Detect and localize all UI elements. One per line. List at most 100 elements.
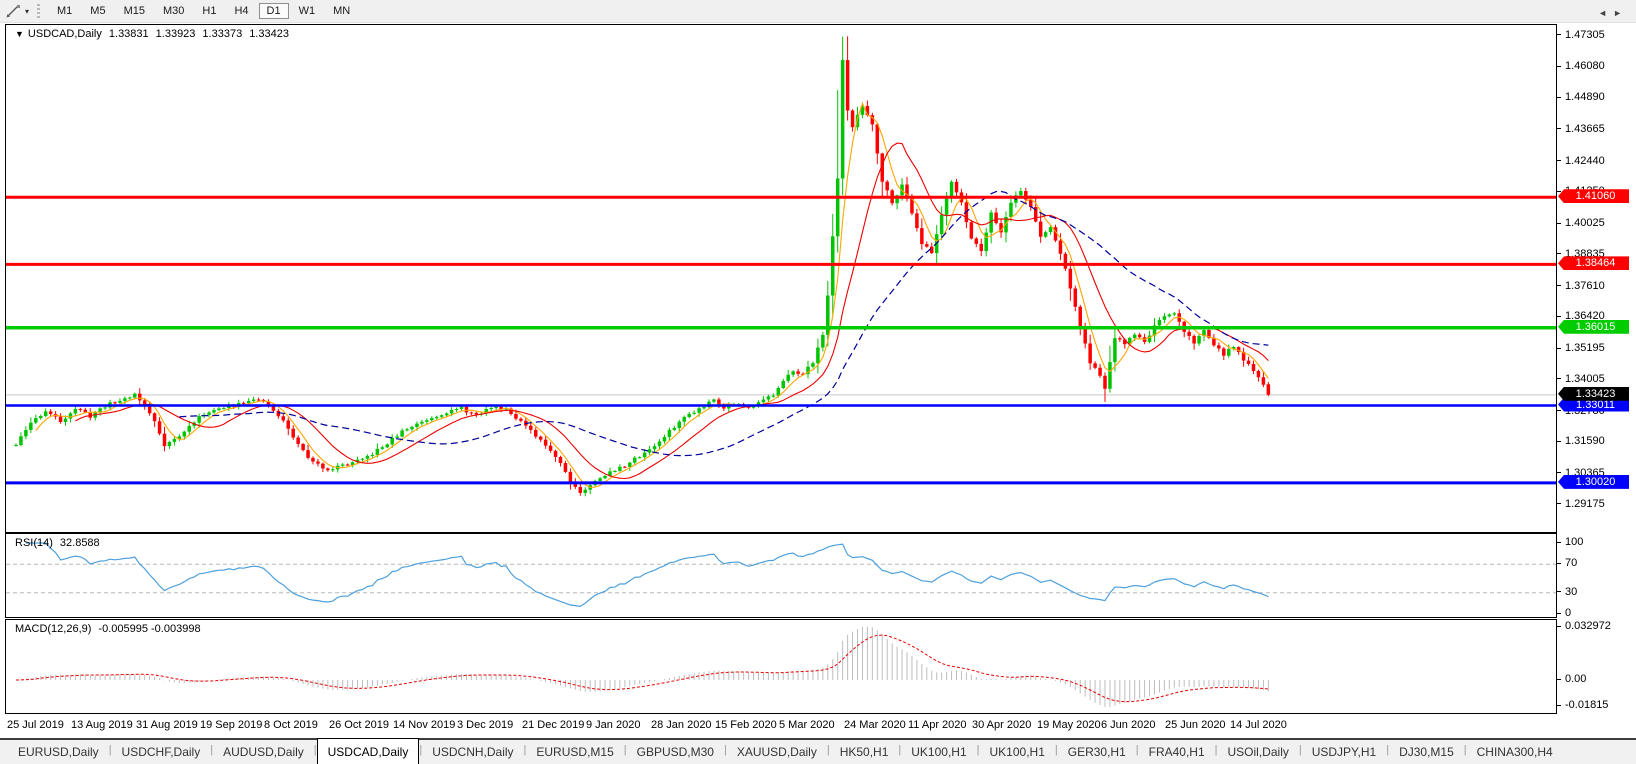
chart-symbol-period: USDCAD,Daily xyxy=(28,28,102,40)
hline-price-label: 1.41060 xyxy=(1558,189,1629,203)
macd-indicator-panel[interactable]: MACD(12,26,9)-0.005995 -0.003998 xyxy=(5,619,1557,714)
tab-scroll-right-icon[interactable]: ► xyxy=(1613,8,1628,18)
drawing-tool-button[interactable]: ▾ xyxy=(2,2,31,20)
hline-price-label: 1.38464 xyxy=(1558,256,1629,270)
chart-tab-usdcad-daily[interactable]: USDCAD,Daily xyxy=(317,738,420,764)
timeframe-h1[interactable]: H1 xyxy=(194,3,224,19)
price-axis-tick xyxy=(1557,223,1561,224)
timeframe-mn[interactable]: MN xyxy=(325,3,358,19)
price-axis-label: 1.34005 xyxy=(1565,373,1605,385)
collapse-arrow-icon[interactable]: ▼ xyxy=(15,29,24,39)
toolbar-grip[interactable] xyxy=(37,4,40,18)
date-axis: 25 Jul 201913 Aug 201931 Aug 201919 Sep … xyxy=(0,714,1557,738)
timeframe-m5[interactable]: M5 xyxy=(82,3,113,19)
price-chart-panel[interactable]: ▼USDCAD,Daily1.338311.339231.333731.3342… xyxy=(5,24,1557,533)
chart-tab-audusd-daily[interactable]: AUDUSD,Daily xyxy=(213,740,314,764)
chart-tab-uk100-h1[interactable]: UK100,H1 xyxy=(901,740,976,764)
price-axis-tick xyxy=(1557,472,1561,473)
ohlc-low: 1.33373 xyxy=(202,28,242,40)
chart-tab-usoil-daily[interactable]: USOil,Daily xyxy=(1218,740,1299,764)
timeframe-d1[interactable]: D1 xyxy=(259,3,289,19)
price-axis-label: 1.44890 xyxy=(1565,91,1605,103)
macd-axis-tick xyxy=(1557,679,1561,680)
rsi-label: RSI(14) 32.8588 xyxy=(15,537,107,549)
rsi-axis-label: 0 xyxy=(1565,607,1571,619)
date-axis-label: 24 Mar 2020 xyxy=(844,719,906,731)
timeframe-m30[interactable]: M30 xyxy=(155,3,192,19)
tab-scroll-arrows: ◄► xyxy=(1598,8,1628,18)
chart-tab-hk50-h1[interactable]: HK50,H1 xyxy=(830,740,899,764)
date-axis-label: 19 Sep 2019 xyxy=(200,719,262,731)
date-axis-label: 25 Jun 2020 xyxy=(1165,719,1226,731)
rsi-indicator-panel[interactable]: RSI(14) 32.8588 xyxy=(5,533,1557,618)
macd-name: MACD(12,26,9) xyxy=(15,623,91,635)
ohlc-close: 1.33423 xyxy=(249,28,289,40)
date-axis-label: 5 Mar 2020 xyxy=(779,719,835,731)
hline-price-label: 1.30020 xyxy=(1558,475,1629,489)
timeframe-button-group: M1M5M15M30H1H4D1W1MN xyxy=(48,3,359,19)
date-axis-label: 25 Jul 2019 xyxy=(7,719,64,731)
macd-axis-label: -0.01815 xyxy=(1565,699,1608,711)
macd-axis-label: 0.032972 xyxy=(1565,620,1611,632)
date-axis-label: 30 Apr 2020 xyxy=(972,719,1031,731)
price-axis-label: 1.42440 xyxy=(1565,155,1605,167)
price-axis-tick xyxy=(1557,97,1561,98)
price-axis-tick xyxy=(1557,160,1561,161)
rsi-axis-label: 30 xyxy=(1565,586,1577,598)
macd-canvas xyxy=(6,620,1556,713)
price-axis-tick xyxy=(1557,316,1561,317)
chart-tab-usdcnh-daily[interactable]: USDCNH,Daily xyxy=(422,740,523,764)
chart-tab-eurusd-daily[interactable]: EURUSD,Daily xyxy=(8,740,109,764)
price-axis-label: 1.29175 xyxy=(1565,498,1605,510)
rsi-axis-tick xyxy=(1557,542,1561,543)
timeframe-h4[interactable]: H4 xyxy=(226,3,256,19)
price-axis-tick xyxy=(1557,253,1561,254)
chart-title: ▼USDCAD,Daily1.338311.339231.333731.3342… xyxy=(15,28,296,40)
price-axis-label: 1.40025 xyxy=(1565,217,1605,229)
date-axis-label: 3 Dec 2019 xyxy=(457,719,513,731)
chart-tab-china300-h4[interactable]: CHINA300,H4 xyxy=(1467,740,1563,764)
drawing-tool-icon xyxy=(4,3,22,19)
price-axis-tick xyxy=(1557,285,1561,286)
chart-tab-dj30-m15[interactable]: DJ30,M15 xyxy=(1389,740,1464,764)
rsi-axis-label: 70 xyxy=(1565,557,1577,569)
price-axis-label: 1.31590 xyxy=(1565,435,1605,447)
chart-tab-eurusd-m15[interactable]: EURUSD,M15 xyxy=(526,740,623,764)
price-axis-label: 1.43665 xyxy=(1565,123,1605,135)
rsi-axis-tick xyxy=(1557,613,1561,614)
macd-axis-tick xyxy=(1557,705,1561,706)
macd-axis-label: 0.00 xyxy=(1565,673,1586,685)
price-axis-column: 1.473051.460801.448901.436651.424401.412… xyxy=(1557,0,1636,764)
date-axis-label: 6 Jun 2020 xyxy=(1101,719,1155,731)
price-axis-label: 1.35195 xyxy=(1565,342,1605,354)
bid-price-label: 1.33423 xyxy=(1558,387,1629,401)
rsi-value: 32.8588 xyxy=(60,537,100,549)
chart-tab-ger30-h1[interactable]: GER30,H1 xyxy=(1058,740,1136,764)
date-axis-label: 15 Feb 2020 xyxy=(715,719,777,731)
rsi-axis-label: 100 xyxy=(1565,536,1583,548)
date-axis-label: 14 Nov 2019 xyxy=(393,719,455,731)
chart-tab-usdjpy-h1[interactable]: USDJPY,H1 xyxy=(1302,740,1386,764)
rsi-name: RSI(14) xyxy=(15,537,53,549)
ohlc-high: 1.33923 xyxy=(156,28,196,40)
date-axis-label: 9 Jan 2020 xyxy=(586,719,640,731)
tab-scroll-left-icon[interactable]: ◄ xyxy=(1598,8,1613,18)
chart-tab-bar: EURUSD,Daily|USDCHF,Daily|AUDUSD,Daily|U… xyxy=(0,738,1636,764)
rsi-canvas xyxy=(6,534,1556,617)
chart-tab-gbpusd-m30[interactable]: GBPUSD,M30 xyxy=(627,740,724,764)
rsi-axis-tick xyxy=(1557,563,1561,564)
chart-tab-uk100-h1[interactable]: UK100,H1 xyxy=(980,740,1055,764)
chart-tab-fra40-h1[interactable]: FRA40,H1 xyxy=(1139,740,1215,764)
price-axis-tick xyxy=(1557,441,1561,442)
price-axis-label: 1.46080 xyxy=(1565,60,1605,72)
macd-axis-tick xyxy=(1557,626,1561,627)
date-axis-label: 31 Aug 2019 xyxy=(136,719,198,731)
chart-tab-xauusd-daily[interactable]: XAUUSD,Daily xyxy=(727,740,827,764)
date-axis-label: 11 Apr 2020 xyxy=(908,719,967,731)
chart-tab-usdchf-daily[interactable]: USDCHF,Daily xyxy=(112,740,211,764)
timeframe-m15[interactable]: M15 xyxy=(116,3,153,19)
date-axis-label: 21 Dec 2019 xyxy=(522,719,584,731)
timeframe-w1[interactable]: W1 xyxy=(291,3,324,19)
timeframe-m1[interactable]: M1 xyxy=(49,3,80,19)
date-axis-label: 19 May 2020 xyxy=(1037,719,1101,731)
